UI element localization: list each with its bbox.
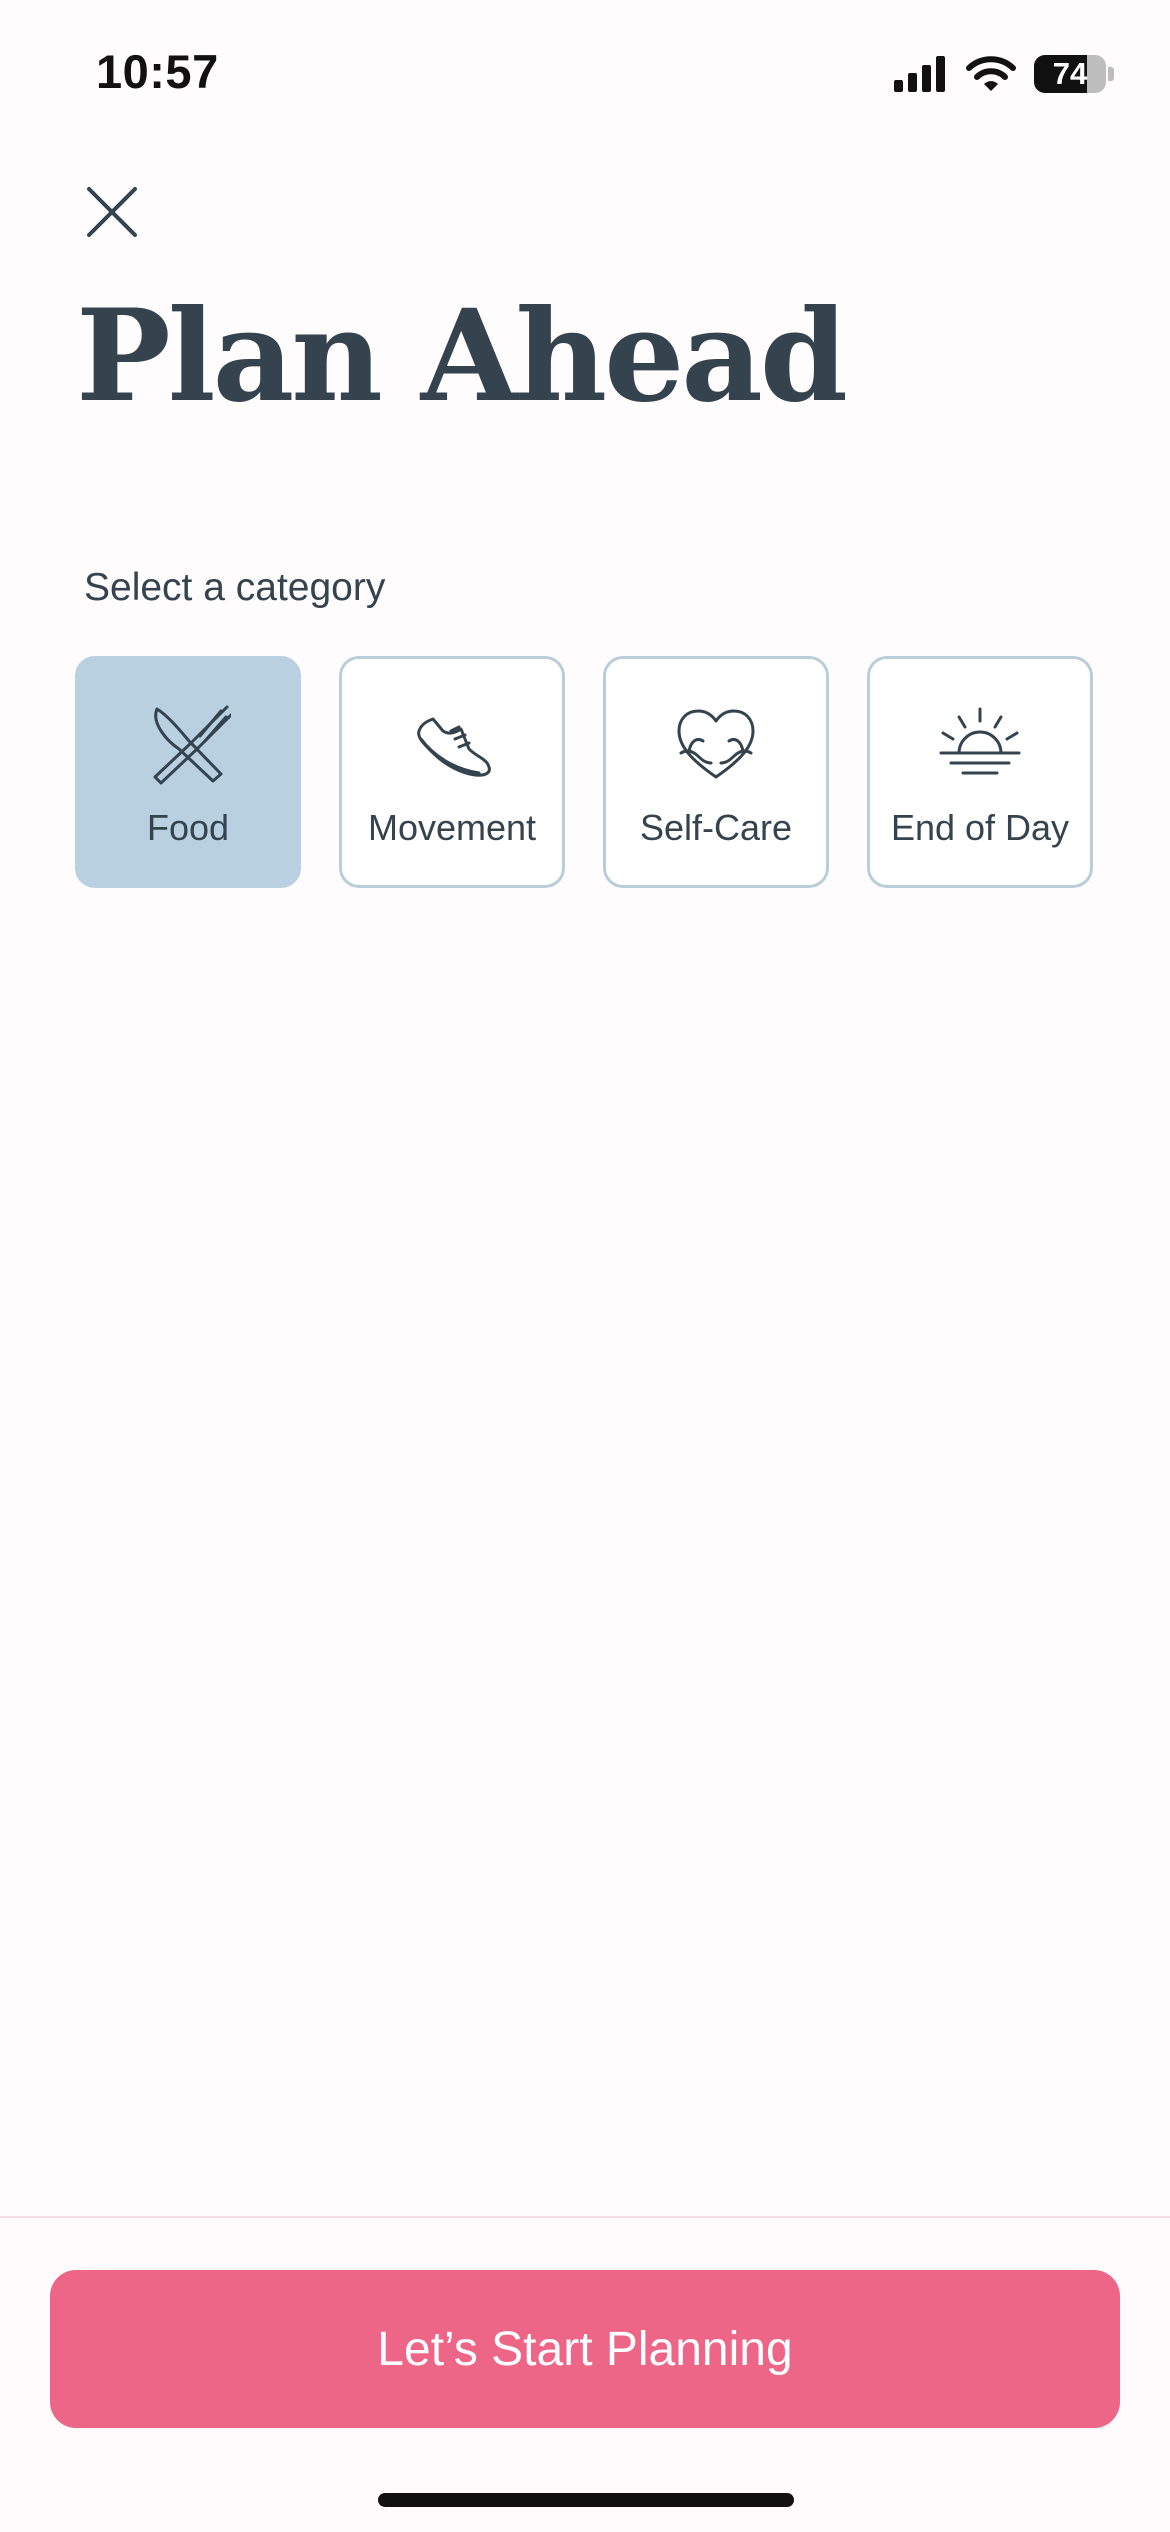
- status-icons: 74: [894, 50, 1114, 98]
- category-card-self-care[interactable]: Self-Care: [603, 656, 829, 888]
- status-time: 10:57: [96, 45, 219, 98]
- close-icon: [87, 187, 137, 237]
- battery-nub: [1108, 67, 1114, 81]
- close-button[interactable]: [72, 172, 152, 252]
- category-card-end-of-day[interactable]: End of Day: [867, 656, 1093, 888]
- battery-level: 74: [1052, 56, 1088, 91]
- wifi-icon: [966, 56, 1016, 91]
- sneaker-icon: [407, 699, 497, 789]
- fork-knife-icon: [143, 699, 233, 789]
- heart-hug-icon: [671, 699, 761, 789]
- page-title: Plan Ahead: [76, 282, 848, 430]
- cellular-signal-icon: [894, 56, 945, 92]
- category-label: Food: [146, 807, 230, 848]
- category-card-food[interactable]: Food: [75, 656, 301, 888]
- category-card-movement[interactable]: Movement: [339, 656, 565, 888]
- category-section-label: Select a category: [84, 566, 386, 609]
- category-label: Movement: [367, 807, 537, 848]
- category-selector: Food Movement Self-Care End of Day: [75, 656, 1093, 888]
- battery-icon: 74: [1034, 55, 1106, 93]
- home-indicator: [378, 2493, 794, 2507]
- sunset-icon: [935, 699, 1025, 789]
- start-planning-button[interactable]: Let’s Start Planning: [50, 2270, 1120, 2428]
- status-bar: 10:57 74: [0, 0, 1170, 140]
- category-label: End of Day: [890, 807, 1070, 848]
- category-label: Self-Care: [639, 807, 793, 848]
